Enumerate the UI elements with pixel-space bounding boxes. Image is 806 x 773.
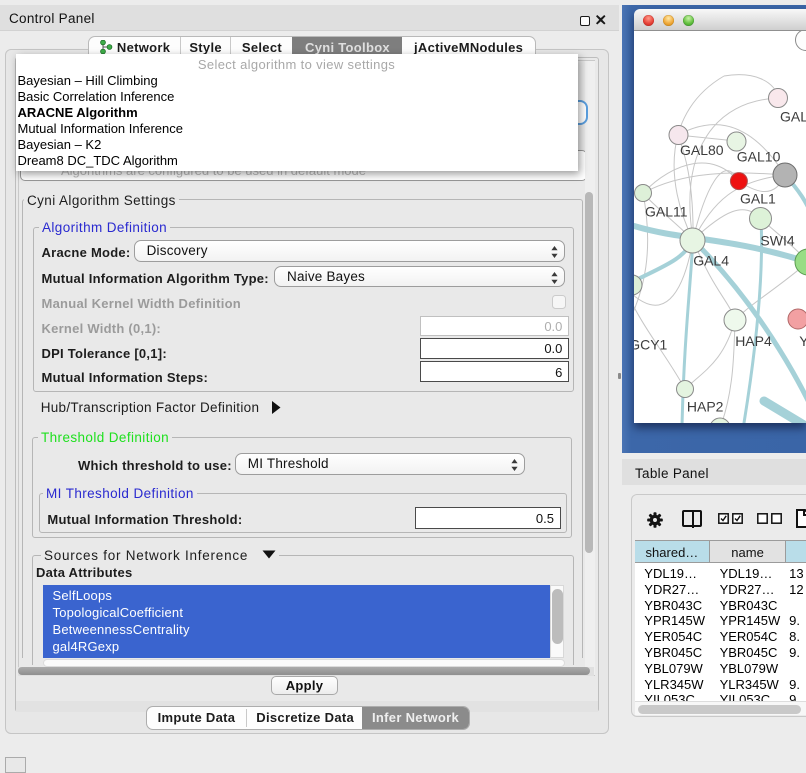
svg-text:GAL1: GAL1 bbox=[740, 191, 776, 207]
svg-text:Y: Y bbox=[799, 333, 806, 349]
svg-text:GAL80: GAL80 bbox=[680, 142, 724, 158]
svg-text:GAL7: GAL7 bbox=[780, 109, 806, 125]
svg-text:GCY1: GCY1 bbox=[634, 337, 668, 353]
svg-text:GAL4: GAL4 bbox=[693, 253, 729, 269]
svg-text:GAL11: GAL11 bbox=[645, 204, 688, 220]
svg-text:HAP2: HAP2 bbox=[687, 399, 724, 415]
svg-text:SWI4: SWI4 bbox=[760, 233, 794, 249]
svg-text:GAL10: GAL10 bbox=[737, 149, 781, 165]
svg-text:HAP4: HAP4 bbox=[735, 333, 772, 349]
